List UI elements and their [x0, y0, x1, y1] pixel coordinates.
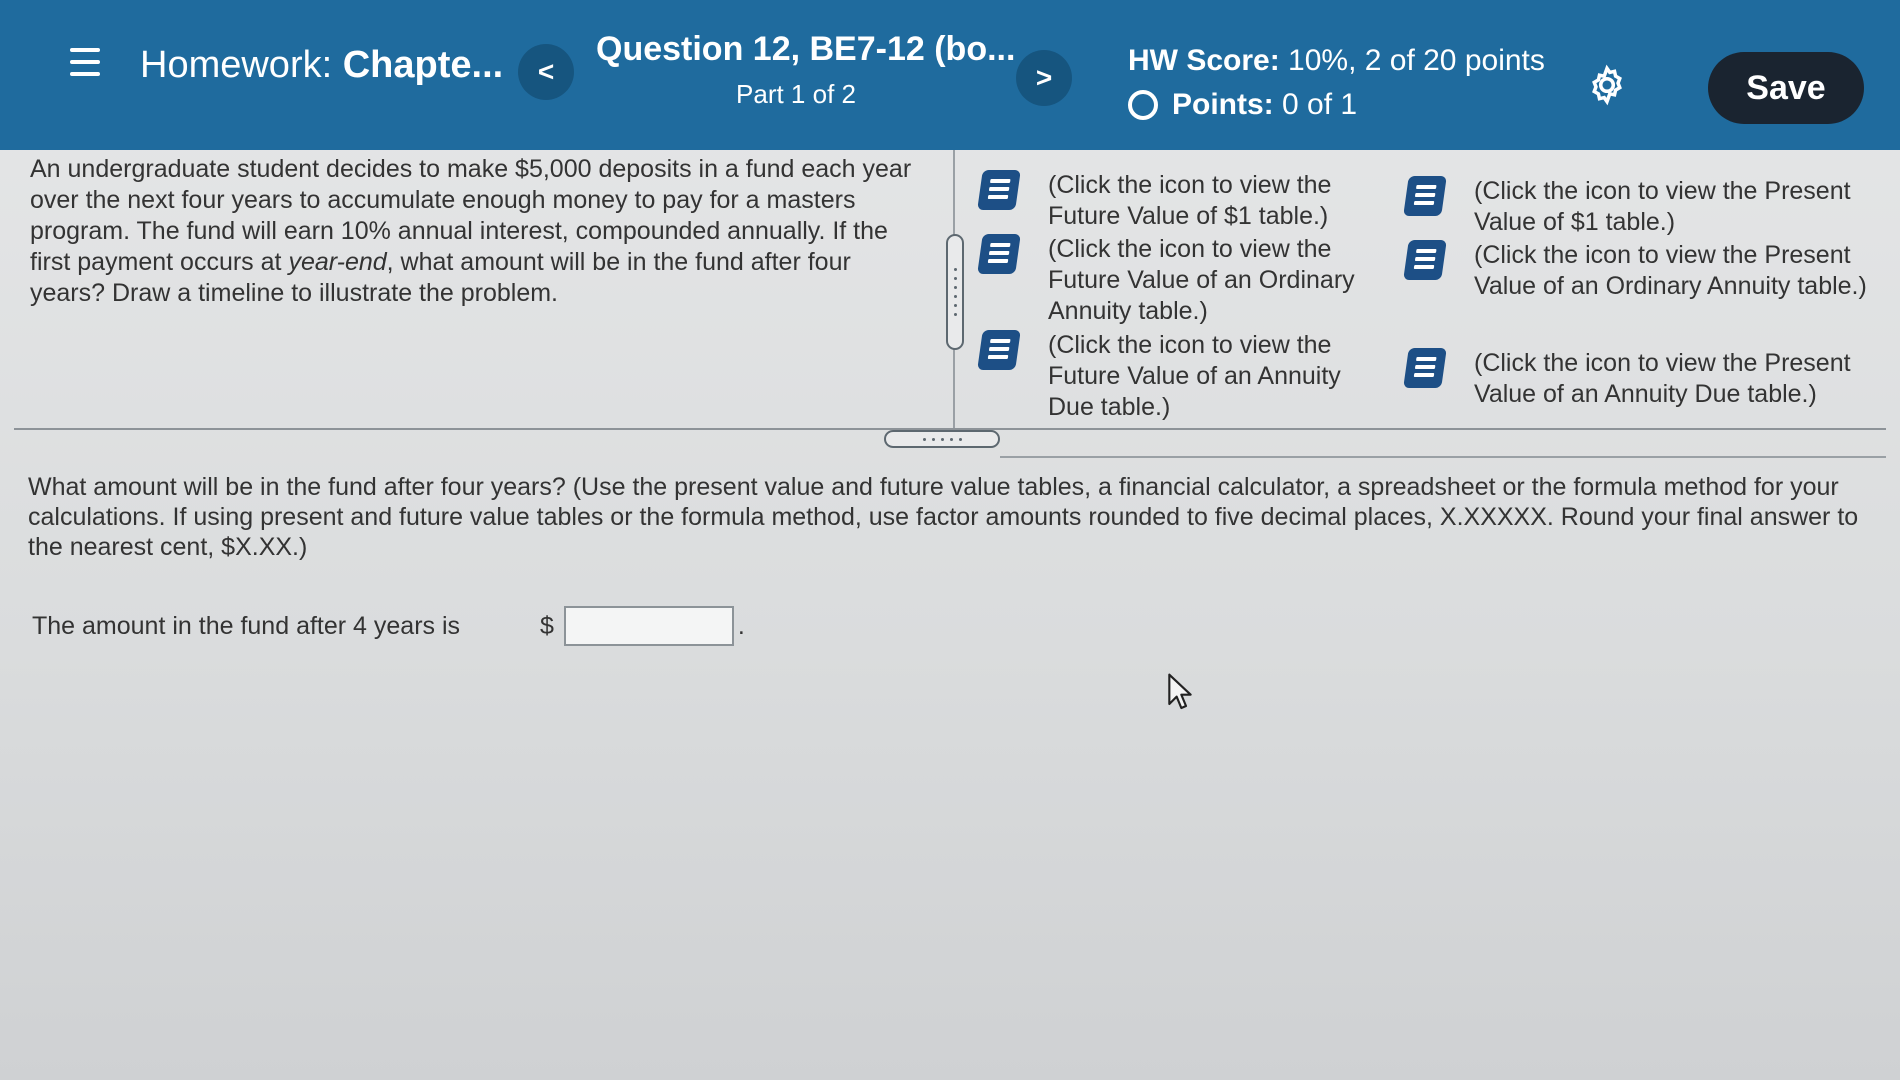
answer-row: The amount in the fund after 4 years is …	[32, 606, 745, 646]
vertical-resize-handle[interactable]	[946, 234, 964, 350]
save-button[interactable]: Save	[1708, 52, 1864, 124]
answer-suffix: .	[737, 611, 745, 640]
pv-ordinary-annuity-table-text: (Click the icon to view the Present Valu…	[1474, 241, 1867, 300]
pv-ordinary-annuity-table-link[interactable]: (Click the icon to view the Present Valu…	[1403, 240, 1874, 302]
fv-single-table-text: (Click the icon to view the Future Value…	[1048, 171, 1332, 230]
chevron-left-icon: <	[537, 56, 555, 87]
question-text: What amount will be in the fund after fo…	[28, 473, 1859, 561]
hw-score-value: 10%, 2 of 20 points	[1288, 44, 1545, 77]
homework-title[interactable]: Homework: Chapte...	[140, 44, 503, 87]
gear-icon[interactable]	[1586, 64, 1628, 106]
fv-annuity-due-table-link[interactable]: (Click the icon to view the Future Value…	[977, 330, 1368, 423]
book-icon[interactable]	[1403, 240, 1447, 280]
currency-symbol: $	[540, 611, 554, 640]
book-icon[interactable]	[977, 170, 1021, 210]
fv-ordinary-annuity-table-text: (Click the icon to view the Future Value…	[1048, 235, 1355, 325]
previous-question-button[interactable]: <	[518, 44, 574, 100]
book-icon[interactable]	[1403, 176, 1447, 216]
problem-text-italic: year-end	[288, 248, 387, 276]
fv-annuity-due-table-text: (Click the icon to view the Future Value…	[1048, 331, 1341, 421]
score-block: HW Score: 10%, 2 of 20 points Points: 0 …	[1128, 44, 1545, 122]
points-value: 0 of 1	[1282, 88, 1358, 121]
pv-single-table-link[interactable]: (Click the icon to view the Present Valu…	[1403, 176, 1874, 238]
chevron-right-icon: >	[1035, 62, 1053, 93]
book-icon[interactable]	[977, 234, 1021, 274]
pv-annuity-due-table-text: (Click the icon to view the Present Valu…	[1474, 349, 1851, 408]
fv-ordinary-annuity-table-link[interactable]: (Click the icon to view the Future Value…	[977, 234, 1368, 327]
homework-title-main: Chapte...	[342, 44, 504, 86]
hw-score-label: HW Score:	[1128, 44, 1280, 77]
horizontal-resize-handle[interactable]	[884, 430, 1000, 448]
cursor-icon	[1168, 673, 1192, 710]
question-part: Part 1 of 2	[736, 79, 856, 109]
fv-single-table-link[interactable]: (Click the icon to view the Future Value…	[977, 170, 1368, 232]
header-bar: Homework: Chapte... < Question 12, BE7-1…	[0, 0, 1900, 150]
points-label: Points:	[1172, 88, 1274, 121]
book-icon[interactable]	[1403, 348, 1447, 388]
book-icon[interactable]	[977, 330, 1021, 370]
pv-annuity-due-table-link[interactable]: (Click the icon to view the Present Valu…	[1403, 348, 1874, 410]
question-info: Question 12, BE7-12 (bo... Part 1 of 2	[596, 30, 1016, 110]
next-question-button[interactable]: >	[1016, 50, 1072, 106]
question-title: Question 12, BE7-12 (bo...	[596, 30, 1016, 68]
menu-icon[interactable]	[70, 48, 100, 76]
horizontal-divider-lower	[1000, 456, 1886, 458]
hw-score: HW Score: 10%, 2 of 20 points	[1128, 44, 1545, 78]
problem-statement: An undergraduate student decides to make…	[30, 154, 930, 309]
answer-input[interactable]	[563, 606, 734, 646]
points: Points: 0 of 1	[1128, 88, 1545, 122]
answer-label: The amount in the fund after 4 years is	[32, 611, 461, 640]
homework-title-prefix: Homework:	[140, 44, 333, 86]
pv-single-table-text: (Click the icon to view the Present Valu…	[1474, 177, 1851, 236]
screen: Homework: Chapte... < Question 12, BE7-1…	[0, 0, 1900, 1080]
circle-icon	[1128, 90, 1158, 120]
